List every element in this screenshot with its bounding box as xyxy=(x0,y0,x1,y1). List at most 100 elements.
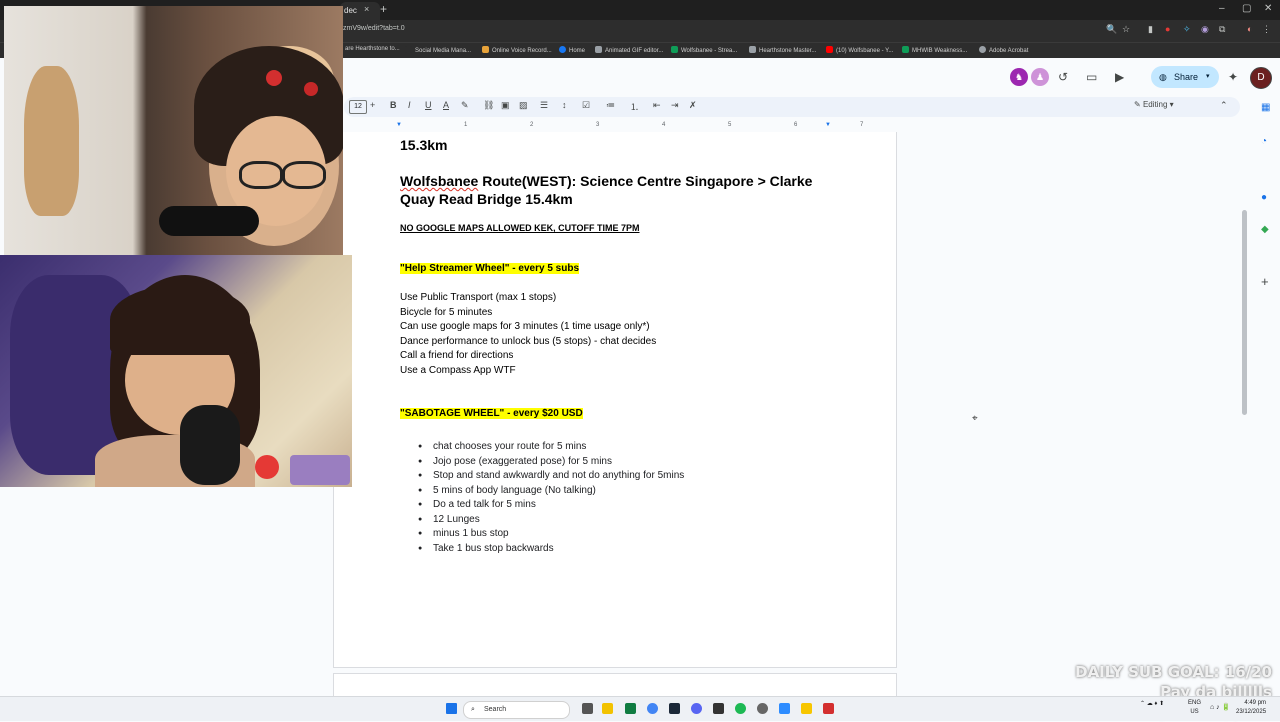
minimize-icon[interactable]: – xyxy=(1219,3,1225,14)
globe-icon: ◍ xyxy=(1159,72,1167,82)
checklist-icon[interactable]: ☑ xyxy=(582,100,590,111)
doc-rule-text: NO GOOGLE MAPS ALLOWED KEK, CUTOFF TIME … xyxy=(400,223,640,233)
link-icon[interactable]: ⛓ xyxy=(483,100,494,111)
streamlabs-icon[interactable] xyxy=(713,703,724,714)
sticky-notes-icon[interactable] xyxy=(801,703,812,714)
bookmark-star-icon[interactable]: ☆ xyxy=(1122,24,1130,35)
vertical-scrollbar[interactable] xyxy=(1242,210,1247,415)
close-window-icon[interactable]: ✕ xyxy=(1264,3,1272,14)
profile-icon[interactable]: ◐ xyxy=(1247,24,1252,34)
italic-icon[interactable]: I xyxy=(408,100,411,110)
list-item: Can use google maps for 3 minutes (1 tim… xyxy=(400,321,650,332)
bookmark-item[interactable]: (10) Wolfsbanee - Y... xyxy=(826,46,893,54)
list-item: Do a ted talk for 5 mins xyxy=(418,498,684,513)
chrome-icon[interactable] xyxy=(647,703,658,714)
right-indent-marker-icon[interactable]: ▼ xyxy=(825,122,831,128)
url-field[interactable]: zmV9w/edit?tab=t.0 xyxy=(343,25,405,32)
browser-menu-icon[interactable]: ⋮ xyxy=(1262,24,1271,35)
document-page[interactable]: 15.3km Wolfsbanee Route(WEST): Science C… xyxy=(333,132,897,668)
calendar-icon[interactable]: ▦ xyxy=(1261,102,1270,113)
contacts-icon[interactable]: ● xyxy=(1261,192,1267,203)
maps-icon[interactable]: ◆ xyxy=(1261,224,1269,235)
language-indicator[interactable]: ENG US xyxy=(1188,699,1201,717)
bookmark-item[interactable]: Online Voice Record... xyxy=(482,46,552,54)
line-spacing-icon[interactable]: ↕ xyxy=(562,100,567,110)
collaborator-avatar[interactable]: ♟ xyxy=(1031,68,1049,86)
bulleted-list-icon[interactable]: ≔ xyxy=(606,100,615,111)
list-item: minus 1 bus stop xyxy=(418,527,684,542)
zoom-icon[interactable]: 🔍 xyxy=(1106,24,1117,35)
indent-marker-icon[interactable]: ▼ xyxy=(396,122,402,128)
highlight-icon[interactable]: ✎ xyxy=(461,100,469,111)
browser-tab[interactable]: dec xyxy=(340,2,380,20)
maximize-icon[interactable]: ▢ xyxy=(1242,3,1251,14)
bookmark-item[interactable]: are Hearthstone to... xyxy=(345,46,400,52)
bookmark-item[interactable]: Animated GIF editor... xyxy=(595,46,663,54)
gemini-icon[interactable]: ✦ xyxy=(1228,70,1238,84)
ruler[interactable]: ▼ 1 2 3 4 5 6 ▼ 7 xyxy=(344,122,896,132)
list-item: chat chooses your route for 5 mins xyxy=(418,440,684,455)
zoom-app-icon[interactable] xyxy=(779,703,790,714)
comment-icon[interactable]: ▣ xyxy=(501,100,510,111)
bookmark-item[interactable]: Wolfsbanee - Strea... xyxy=(671,46,737,54)
steam-icon[interactable] xyxy=(669,703,680,714)
collaborator-avatar[interactable]: ♞ xyxy=(1010,68,1028,86)
webcam-feed-bottom xyxy=(0,255,352,487)
bookmark-item[interactable]: Hearthstone Master... xyxy=(749,46,816,54)
extension-icon[interactable]: ▮ xyxy=(1148,24,1153,35)
bookmark-item[interactable]: MHWIB Weakness... xyxy=(902,46,967,54)
windows-start-icon[interactable] xyxy=(446,703,457,714)
meet-icon[interactable]: ▶︎ xyxy=(1115,70,1124,84)
bold-icon[interactable]: B xyxy=(390,100,397,110)
extension-record-icon[interactable]: ● xyxy=(1165,24,1170,34)
decorative-shape xyxy=(266,70,282,86)
bookmark-favicon-icon xyxy=(749,46,756,53)
numbered-list-icon[interactable]: ⒈ xyxy=(630,100,639,113)
bookmark-item[interactable]: Adobe Acrobat xyxy=(979,46,1028,54)
underline-icon[interactable]: U xyxy=(425,100,432,110)
taskbar-search[interactable]: ⌕ Search xyxy=(463,701,570,719)
image-icon[interactable]: ▨ xyxy=(519,100,528,111)
obs-icon[interactable] xyxy=(757,703,768,714)
list-item: Take 1 bus stop backwards xyxy=(418,542,684,557)
extension-translate-icon[interactable]: ✧ xyxy=(1183,24,1191,35)
extension-icon[interactable]: ◉ xyxy=(1201,24,1209,35)
increase-indent-icon[interactable]: ⇥ xyxy=(671,100,679,111)
collapse-toolbar-icon[interactable]: ⌃ xyxy=(1220,100,1228,111)
extensions-puzzle-icon[interactable]: ⧉ xyxy=(1219,24,1225,35)
text-color-icon[interactable]: A xyxy=(443,100,449,110)
comments-icon[interactable]: ▭ xyxy=(1086,70,1097,84)
network-volume-icon[interactable]: ⌂ ♪ 🔋 xyxy=(1210,703,1230,711)
discord-icon[interactable] xyxy=(691,703,702,714)
tasks-icon[interactable]: ◔ xyxy=(1261,136,1267,147)
clear-formatting-icon[interactable]: ✗ xyxy=(689,100,697,111)
bookmark-favicon-icon xyxy=(826,46,833,53)
bookmark-favicon-icon xyxy=(979,46,986,53)
sabotage-wheel-title: "SABOTAGE WHEEL" - every $20 USD xyxy=(400,408,583,419)
task-view-icon[interactable] xyxy=(582,703,593,714)
align-icon[interactable]: ☰ xyxy=(540,100,548,111)
spotify-icon[interactable] xyxy=(735,703,746,714)
editing-mode-dropdown[interactable]: ✎ Editing ▾ xyxy=(1134,100,1174,109)
system-tray[interactable]: ⌃ ☁ ♦ ⬆ xyxy=(1140,700,1164,707)
add-addon-icon[interactable]: + xyxy=(1261,274,1269,289)
increase-font-size-icon[interactable]: + xyxy=(370,100,375,110)
tab-close-icon[interactable]: × xyxy=(364,4,369,14)
chevron-down-icon[interactable]: ▾ xyxy=(1206,66,1210,88)
decrease-indent-icon[interactable]: ⇤ xyxy=(653,100,661,111)
version-history-icon[interactable]: ↺ xyxy=(1058,70,1068,84)
share-label: Share xyxy=(1174,72,1199,82)
font-size-input[interactable]: 12 xyxy=(349,100,367,114)
webcam-feed-top xyxy=(4,6,343,255)
new-tab-icon[interactable]: + xyxy=(380,2,387,16)
list-item: Use a Compass App WTF xyxy=(400,364,516,376)
share-button[interactable]: ◍ Share ▾ xyxy=(1151,66,1219,88)
bookmark-item[interactable]: Social Media Mana... xyxy=(405,46,471,54)
acrobat-icon[interactable] xyxy=(823,703,834,714)
account-avatar[interactable]: D xyxy=(1250,67,1272,89)
excel-icon[interactable] xyxy=(625,703,636,714)
bookmark-item[interactable]: Home xyxy=(559,46,585,54)
decorative-shape xyxy=(290,455,350,485)
taskbar-clock[interactable]: 4:49 pm 23/12/2025 xyxy=(1236,699,1266,717)
file-explorer-icon[interactable] xyxy=(602,703,613,714)
